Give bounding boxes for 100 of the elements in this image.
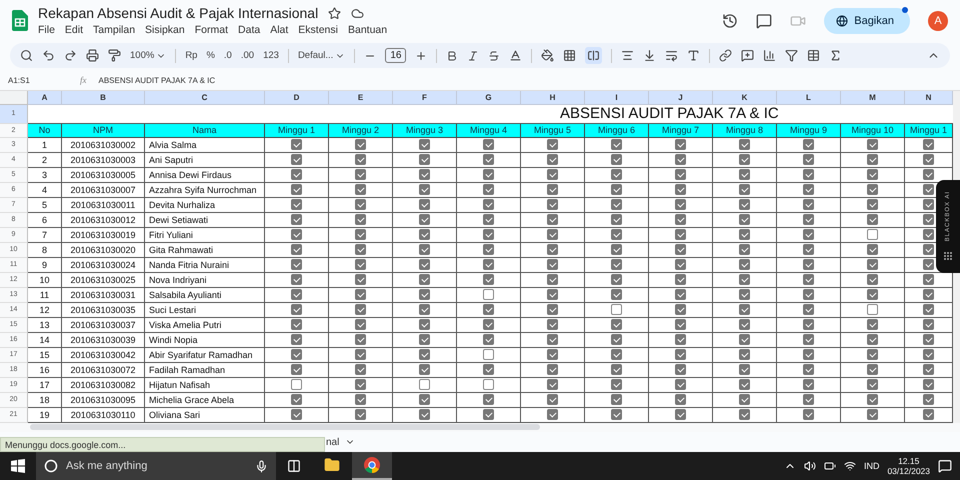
windows-logo-icon[interactable] — [11, 459, 25, 473]
undo-icon[interactable] — [42, 49, 55, 62]
checkbox[interactable] — [867, 259, 878, 270]
menu-item[interactable]: Format — [194, 24, 228, 36]
checkbox[interactable] — [675, 304, 686, 316]
checkbox[interactable] — [923, 184, 934, 196]
increase-decimal-button[interactable]: .00 — [240, 50, 254, 62]
microphone-icon[interactable] — [255, 460, 268, 472]
column-header[interactable]: A — [28, 90, 62, 105]
checkbox[interactable] — [675, 139, 686, 150]
checkbox[interactable] — [355, 319, 366, 330]
checkbox[interactable] — [611, 304, 622, 316]
checkbox[interactable] — [291, 394, 302, 406]
checkbox[interactable] — [355, 259, 366, 270]
add-comment-icon[interactable] — [741, 49, 754, 62]
checkbox[interactable] — [547, 409, 558, 420]
checkbox[interactable] — [483, 394, 494, 406]
checkbox[interactable] — [867, 229, 878, 240]
checkbox[interactable] — [355, 169, 366, 180]
decrease-decimal-button[interactable]: .0 — [224, 50, 232, 62]
checkbox[interactable] — [547, 229, 558, 240]
checkbox[interactable] — [419, 244, 430, 256]
checkbox[interactable] — [923, 154, 934, 166]
menu-item[interactable]: Alat — [270, 24, 288, 36]
checkbox[interactable] — [355, 154, 366, 166]
checkbox[interactable] — [867, 334, 878, 346]
checkbox[interactable] — [803, 199, 814, 210]
checkbox[interactable] — [483, 379, 494, 390]
checkbox[interactable] — [675, 259, 686, 270]
number-format-button[interactable]: 123 — [263, 50, 279, 62]
checkbox[interactable] — [291, 244, 302, 256]
checkbox[interactable] — [419, 214, 430, 226]
checkbox[interactable] — [923, 334, 934, 346]
document-title[interactable]: Rekapan Absensi Audit & Pajak Internasional — [38, 5, 318, 22]
checkbox[interactable] — [611, 259, 622, 270]
task-view-icon[interactable] — [287, 459, 301, 473]
checkbox[interactable] — [547, 304, 558, 316]
checkbox[interactable] — [803, 169, 814, 180]
checkbox[interactable] — [291, 184, 302, 196]
checkbox[interactable] — [547, 379, 558, 390]
checkbox[interactable] — [355, 244, 366, 256]
checkbox[interactable] — [803, 259, 814, 270]
checkbox[interactable] — [923, 304, 934, 316]
checkbox[interactable] — [355, 274, 366, 286]
checkbox[interactable] — [739, 259, 750, 270]
checkbox[interactable] — [739, 394, 750, 406]
checkbox[interactable] — [483, 364, 494, 376]
star-icon[interactable] — [328, 6, 342, 20]
checkbox[interactable] — [739, 199, 750, 210]
menu-item[interactable]: Tampilan — [93, 24, 136, 36]
checkbox[interactable] — [739, 364, 750, 376]
checkbox[interactable] — [355, 364, 366, 376]
clock-time[interactable]: 12.15 — [898, 456, 920, 466]
redo-icon[interactable] — [64, 49, 77, 62]
share-button[interactable]: Bagikan — [824, 8, 910, 34]
checkbox[interactable] — [483, 304, 494, 316]
checkbox[interactable] — [675, 364, 686, 376]
checkbox[interactable] — [867, 319, 878, 330]
clock-date[interactable]: 03/12/2023 — [887, 466, 930, 476]
checkbox[interactable] — [483, 274, 494, 286]
checkbox[interactable] — [803, 364, 814, 376]
checkbox[interactable] — [803, 319, 814, 330]
checkbox[interactable] — [923, 409, 934, 420]
checkbox[interactable] — [419, 334, 430, 346]
checkbox[interactable] — [867, 364, 878, 376]
link-icon[interactable] — [719, 49, 732, 62]
checkbox[interactable] — [923, 214, 934, 226]
checkbox[interactable] — [291, 214, 302, 226]
checkbox[interactable] — [867, 379, 878, 390]
checkbox[interactable] — [547, 274, 558, 286]
checkbox[interactable] — [867, 409, 878, 420]
printer-icon[interactable] — [86, 49, 99, 62]
checkbox[interactable] — [611, 409, 622, 420]
battery-icon[interactable] — [824, 460, 836, 472]
merge-cells-button[interactable] — [585, 47, 602, 64]
font-dropdown[interactable]: Defaul... — [298, 50, 346, 62]
checkbox[interactable] — [419, 409, 430, 420]
cloud-icon[interactable] — [351, 6, 364, 20]
checkbox[interactable] — [355, 304, 366, 316]
column-header[interactable]: I — [585, 90, 649, 105]
checkbox[interactable] — [867, 244, 878, 256]
checkbox[interactable] — [483, 199, 494, 210]
checkbox[interactable] — [483, 334, 494, 346]
checkbox[interactable] — [803, 229, 814, 240]
menu-item[interactable]: File — [38, 24, 55, 36]
checkbox[interactable] — [483, 409, 494, 420]
checkbox[interactable] — [291, 169, 302, 180]
checkbox[interactable] — [291, 349, 302, 360]
checkbox[interactable] — [611, 214, 622, 226]
checkbox[interactable] — [291, 364, 302, 376]
checkbox[interactable] — [611, 334, 622, 346]
checkbox[interactable] — [355, 184, 366, 196]
menu-item[interactable]: Data — [238, 24, 260, 36]
checkbox[interactable] — [483, 349, 494, 360]
checkbox[interactable] — [611, 379, 622, 390]
checkbox[interactable] — [739, 184, 750, 196]
checkbox[interactable] — [419, 364, 430, 376]
checkbox[interactable] — [867, 139, 878, 150]
checkbox[interactable] — [547, 364, 558, 376]
checkbox[interactable] — [739, 154, 750, 166]
